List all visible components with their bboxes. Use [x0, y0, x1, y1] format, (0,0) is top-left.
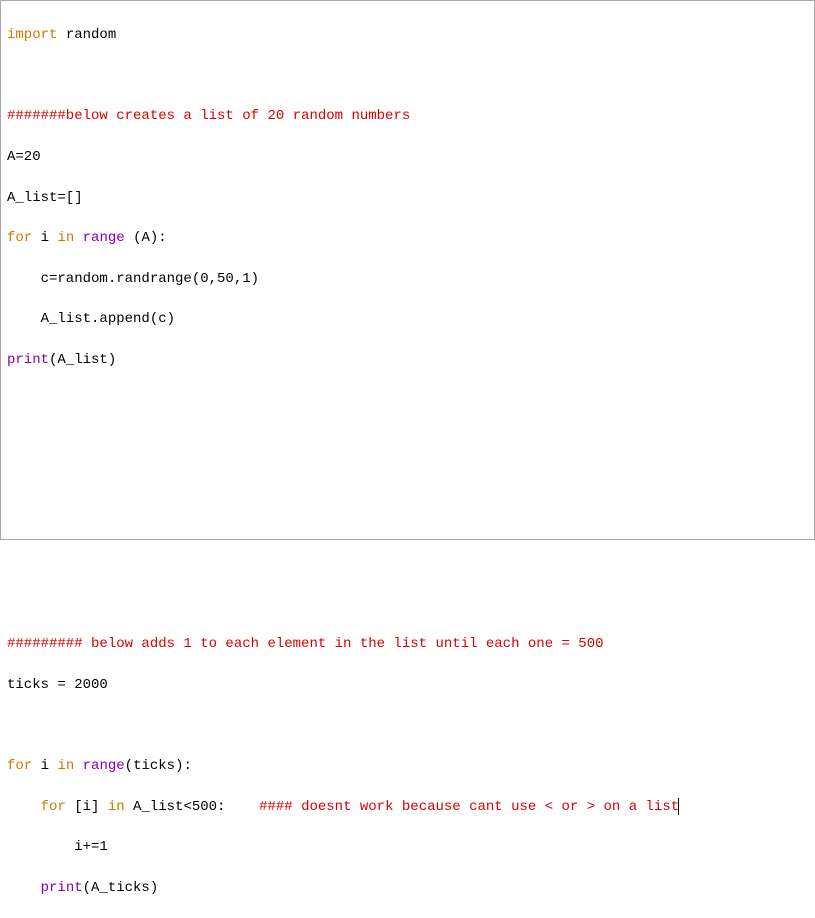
code-text: A=20	[7, 149, 41, 165]
code-text: A_list.append(c)	[7, 311, 175, 327]
code-line[interactable]: A_list=[]	[7, 188, 808, 208]
code-line[interactable]: print(A_ticks)	[7, 878, 808, 898]
code-line[interactable]	[7, 391, 808, 411]
code-line[interactable]: for i in range (A):	[7, 228, 808, 248]
comment: ######### below adds 1 to each element i…	[7, 636, 604, 652]
code-line[interactable]: ticks = 2000	[7, 675, 808, 695]
code-editor[interactable]: import random #######below creates a lis…	[0, 0, 815, 540]
code-line[interactable]	[7, 431, 808, 451]
code-text: (ticks):	[125, 758, 192, 774]
module-name: random	[66, 27, 116, 43]
keyword-for: for	[7, 758, 32, 774]
code-line[interactable]	[7, 512, 808, 532]
code-text: (A):	[133, 230, 167, 246]
builtin-print: print	[7, 352, 49, 368]
builtin-range: range	[74, 758, 124, 774]
code-line[interactable]	[7, 594, 808, 614]
keyword-for: for	[7, 230, 32, 246]
variable: i	[32, 230, 57, 246]
code-text: A_list<500:	[125, 799, 259, 815]
code-line[interactable]	[7, 715, 808, 735]
keyword-in: in	[57, 230, 74, 246]
builtin-range: range	[74, 230, 133, 246]
code-line[interactable]: print(A_list)	[7, 350, 808, 370]
code-text: (A_list)	[49, 352, 116, 368]
code-text: (A_ticks)	[83, 880, 159, 896]
code-line[interactable]: #######below creates a list of 20 random…	[7, 106, 808, 126]
code-text: ticks = 2000	[7, 677, 108, 693]
text-cursor	[678, 798, 679, 815]
code-line[interactable]	[7, 472, 808, 492]
code-line[interactable]: c=random.randrange(0,50,1)	[7, 269, 808, 289]
keyword-import: import	[7, 27, 57, 43]
comment: #######below creates a list of 20 random…	[7, 108, 410, 124]
code-line[interactable]: for [i] in A_list<500: #### doesnt work …	[7, 797, 808, 817]
code-text: A_list=[]	[7, 190, 83, 206]
variable: [i]	[66, 799, 108, 815]
code-line[interactable]: A_list.append(c)	[7, 309, 808, 329]
code-line[interactable]: ######### below adds 1 to each element i…	[7, 634, 808, 654]
code-line[interactable]: for i in range(ticks):	[7, 756, 808, 776]
code-line[interactable]: A=20	[7, 147, 808, 167]
builtin-print: print	[41, 880, 83, 896]
indent	[7, 880, 41, 896]
variable: i	[32, 758, 57, 774]
code-line[interactable]: import random	[7, 25, 808, 45]
code-line[interactable]	[7, 553, 808, 573]
keyword-for: for	[7, 799, 66, 815]
comment: #### doesnt work because cant use < or >…	[259, 799, 679, 815]
code-text: i+=1	[7, 839, 108, 855]
code-line[interactable]: i+=1	[7, 837, 808, 857]
code-text: c=random.randrange(0,50,1)	[7, 271, 259, 287]
code-line[interactable]	[7, 66, 808, 86]
keyword-in: in	[57, 758, 74, 774]
keyword-in: in	[108, 799, 125, 815]
